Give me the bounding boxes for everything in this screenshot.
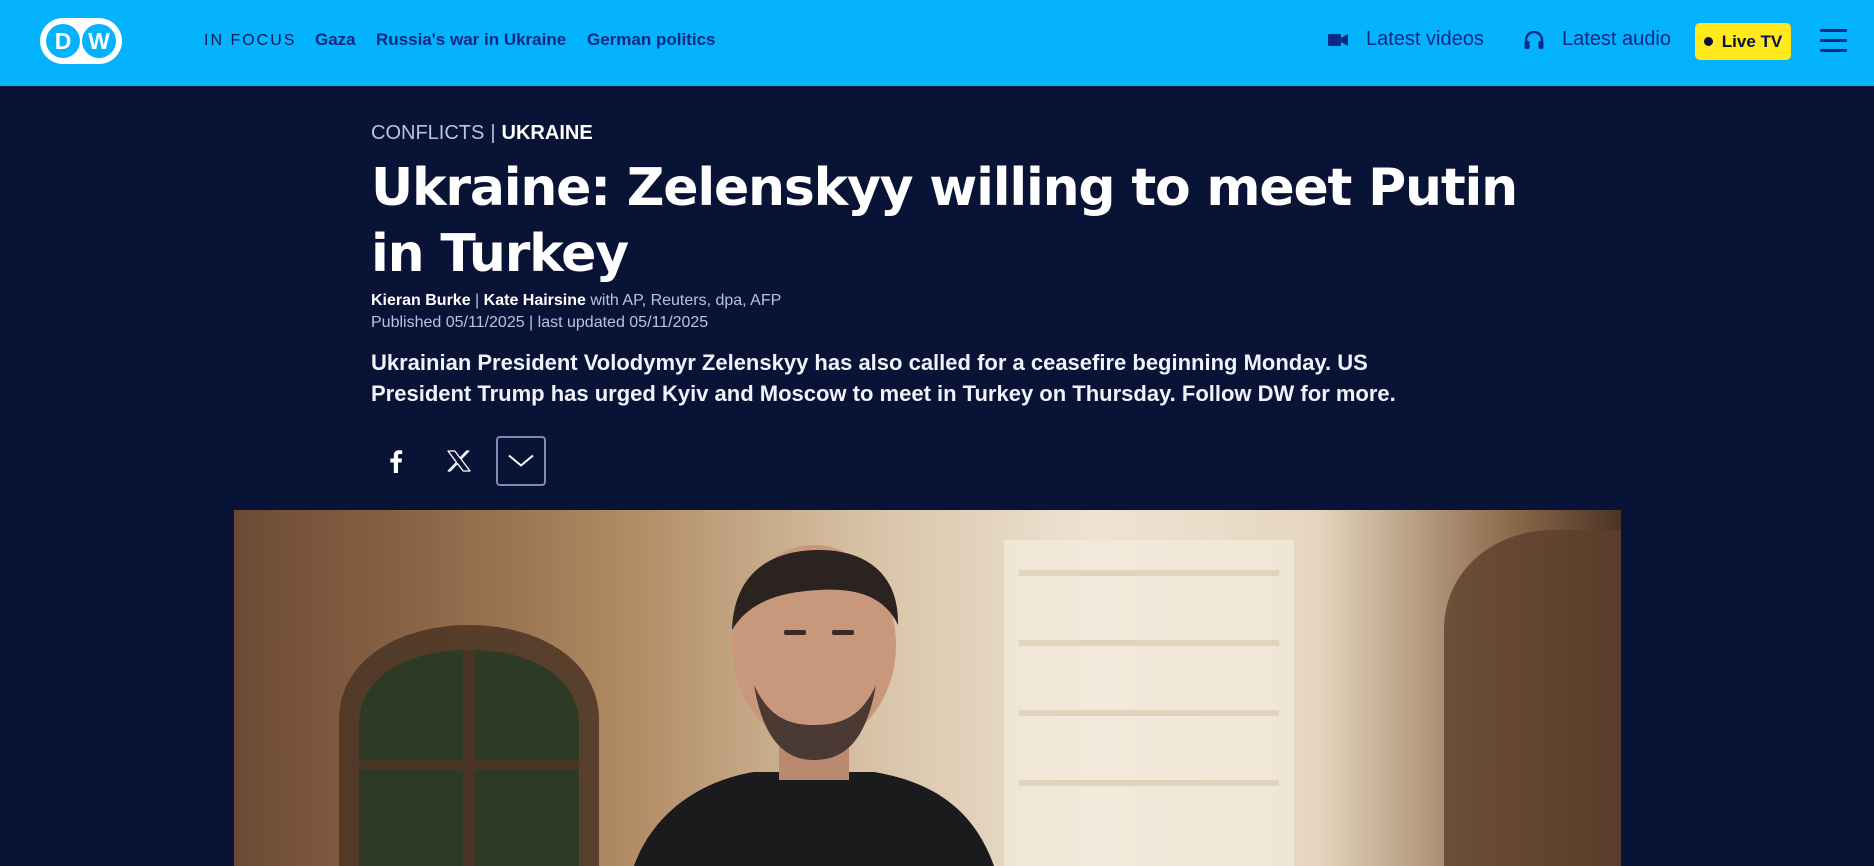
x-icon — [447, 450, 471, 472]
svg-text:D: D — [55, 28, 72, 54]
video-camera-icon — [1328, 33, 1348, 46]
focus-link-russia-war-ukraine[interactable]: Russia's war in Ukraine — [376, 30, 566, 50]
live-tv-button[interactable]: Live TV — [1695, 23, 1791, 60]
author-separator: | — [475, 292, 480, 309]
live-dot-icon — [1703, 37, 1713, 46]
focus-link-gaza[interactable]: Gaza — [315, 30, 356, 50]
focus-link-german-politics[interactable]: German politics — [587, 30, 715, 50]
latest-audio-link[interactable]: Latest audio — [1524, 28, 1671, 51]
breadcrumb-separator: | — [490, 122, 496, 144]
subcategory-link[interactable]: UKRAINE — [502, 122, 593, 144]
svg-text:W: W — [88, 28, 110, 54]
share-x-button[interactable] — [434, 436, 484, 486]
published-date: Published 05/11/2025 | last updated 05/1… — [371, 314, 709, 331]
byline: Kieran Burke | Kate Hairsine with AP, Re… — [371, 292, 781, 310]
latest-videos-label: Latest videos — [1366, 28, 1484, 50]
breadcrumb: CONFLICTS | UKRAINE — [371, 122, 593, 145]
hero-photo — [339, 530, 1621, 866]
share-more-button[interactable] — [496, 436, 546, 486]
category-link[interactable]: CONFLICTS — [371, 122, 484, 144]
author-link[interactable]: Kieran Burke — [371, 292, 471, 309]
top-navigation-bar: D W IN FOCUS Gaza Russia's war in Ukrain… — [0, 0, 1874, 86]
dw-logo[interactable]: D W — [40, 18, 122, 64]
chevron-down-icon — [508, 454, 534, 467]
headphones-icon — [1524, 30, 1544, 49]
latest-videos-link[interactable]: Latest videos — [1328, 28, 1484, 51]
author-link[interactable]: Kate Hairsine — [484, 292, 586, 309]
menu-icon[interactable] — [1820, 29, 1847, 52]
in-focus-label: IN FOCUS — [204, 32, 297, 49]
facebook-icon — [390, 450, 403, 473]
article-teaser: Ukrainian President Volodymyr Zelenskyy … — [371, 350, 1396, 406]
live-tv-label: Live TV — [1721, 31, 1783, 51]
article-headline: Ukraine: Zelenskyy willing to meet Putin… — [371, 158, 1518, 284]
agencies-text: with AP, Reuters, dpa, AFP — [590, 292, 782, 309]
share-facebook-button[interactable] — [371, 436, 421, 486]
hero-image — [234, 510, 1621, 866]
latest-audio-label: Latest audio — [1562, 28, 1671, 50]
